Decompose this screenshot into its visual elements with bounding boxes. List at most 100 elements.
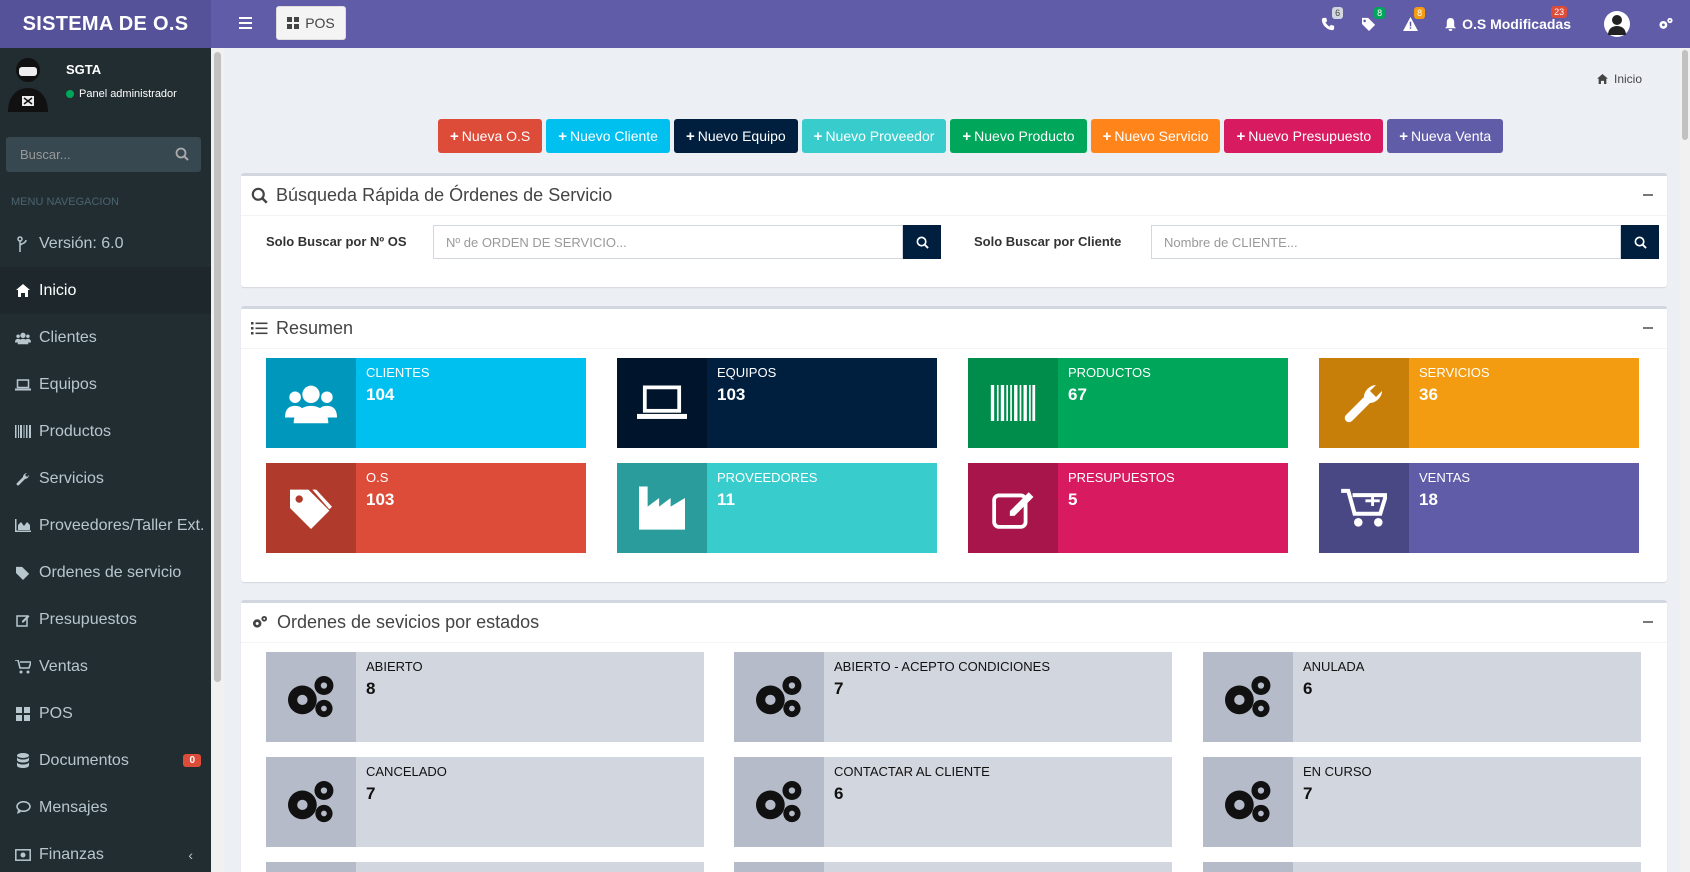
sidebar-item-mensajes[interactable]: Mensajes bbox=[0, 784, 211, 831]
os-search-button[interactable] bbox=[903, 225, 941, 259]
client-search-button[interactable] bbox=[1621, 225, 1659, 259]
tags-icon bbox=[1362, 17, 1376, 31]
status-tile-abierto[interactable]: ABIERTO 8 bbox=[266, 652, 704, 742]
collapse-button[interactable] bbox=[1643, 321, 1653, 335]
sidebar-scrollbar-thumb[interactable] bbox=[214, 52, 221, 682]
status-tile-anulada[interactable]: ANULADA 6 bbox=[1203, 652, 1641, 742]
tile-label: CLIENTES bbox=[366, 365, 430, 380]
os-search-input[interactable] bbox=[433, 225, 903, 259]
gears-icon bbox=[252, 615, 268, 628]
tags-notification[interactable]: 8 bbox=[1348, 0, 1390, 48]
new-budget-button[interactable]: + Nuevo Presupuesto bbox=[1224, 119, 1384, 153]
calls-notification[interactable]: 6 bbox=[1308, 0, 1348, 48]
user-avatar-small bbox=[1604, 11, 1630, 37]
gears-icon bbox=[266, 757, 356, 847]
wrench-icon bbox=[15, 472, 31, 486]
page-scrollbar[interactable] bbox=[1680, 48, 1690, 872]
sidebar-item-servicios[interactable]: Servicios bbox=[0, 455, 211, 502]
user-role: Panel administrador bbox=[79, 88, 177, 100]
new-budget-label: Nuevo Presupuesto bbox=[1248, 128, 1372, 144]
summary-box: Resumen CLIENTES 104 EQUIPOS 103 PRODUCTOS… bbox=[241, 306, 1667, 582]
sidebar-item-ventas[interactable]: Ventas bbox=[0, 643, 211, 690]
sidebar-search-input[interactable] bbox=[6, 137, 166, 172]
home-icon bbox=[15, 284, 31, 297]
status-tile-abierto-acepto[interactable]: ABIERTO - ACEPTO CONDICIONES 7 bbox=[734, 652, 1172, 742]
sidebar-item-equipos[interactable]: Equipos bbox=[0, 361, 211, 408]
warnings-notification[interactable]: 8 bbox=[1390, 0, 1431, 48]
summary-tile-presupuestos[interactable]: PRESUPUESTOS 5 bbox=[968, 463, 1288, 553]
summary-title: Resumen bbox=[276, 318, 354, 338]
cart-icon bbox=[15, 659, 31, 674]
quick-search-title: Búsqueda Rápida de Órdenes de Servicio bbox=[276, 185, 613, 205]
search-icon[interactable] bbox=[175, 147, 189, 166]
status-tile-cancelado[interactable]: CANCELADO 7 bbox=[266, 757, 704, 847]
tile-label: VENTAS bbox=[1419, 470, 1471, 485]
status-tile-contactar[interactable]: CONTACTAR AL CLIENTE 6 bbox=[734, 757, 1172, 847]
sidebar-item-label: Productos bbox=[39, 422, 112, 440]
client-search-label: Solo Buscar por Cliente bbox=[974, 234, 1122, 249]
sidebar-scrollbar[interactable] bbox=[211, 48, 224, 872]
collapse-button[interactable] bbox=[1643, 615, 1653, 629]
edit-icon bbox=[15, 613, 31, 627]
new-sale-button[interactable]: + Nueva Venta bbox=[1387, 119, 1504, 153]
new-equipment-button[interactable]: + Nuevo Equipo bbox=[673, 119, 798, 153]
new-product-button[interactable]: + Nuevo Producto bbox=[950, 119, 1087, 153]
barcode-icon bbox=[968, 358, 1058, 448]
tile-label: ABIERTO - ACEPTO CONDICIONES bbox=[834, 659, 1050, 674]
sidebar-item-label: Clientes bbox=[39, 328, 97, 346]
sidebar-item-productos[interactable]: Productos bbox=[0, 408, 211, 455]
status-box: Ordenes de sevicios por estados ABIERTO 8… bbox=[241, 600, 1667, 872]
pos-button[interactable]: POS bbox=[276, 6, 346, 40]
tags-icon bbox=[266, 463, 356, 553]
tile-value: 6 bbox=[1303, 679, 1313, 698]
laptop-icon bbox=[617, 358, 707, 448]
status-tile-partial[interactable] bbox=[266, 862, 704, 872]
tile-value: 18 bbox=[1419, 490, 1438, 509]
status-title: Ordenes de sevicios por estados bbox=[277, 612, 540, 632]
user-status: Panel administrador bbox=[66, 88, 177, 100]
sidebar-item-pos[interactable]: POS bbox=[0, 690, 211, 737]
summary-tile-servicios[interactable]: SERVICIOS 36 bbox=[1319, 358, 1639, 448]
summary-tile-os[interactable]: O.S 103 bbox=[266, 463, 586, 553]
new-os-button[interactable]: + Nueva O.S bbox=[438, 119, 543, 153]
tile-value: 11 bbox=[717, 490, 735, 509]
new-product-label: Nuevo Producto bbox=[974, 128, 1075, 144]
main-content: Inicio + Nueva O.S + Nuevo Cliente + Nuevo … bbox=[224, 48, 1680, 872]
user-menu[interactable] bbox=[1584, 0, 1650, 48]
page-scrollbar-thumb[interactable] bbox=[1682, 50, 1688, 140]
summary-tile-clientes[interactable]: CLIENTES 104 bbox=[266, 358, 586, 448]
sidebar-item-label: Proveedores/Taller Ext. bbox=[39, 516, 205, 534]
status-tile-en-curso[interactable]: EN CURSO 7 bbox=[1203, 757, 1641, 847]
summary-tile-proveedores[interactable]: PROVEEDORES 11 bbox=[617, 463, 937, 553]
sidebar-item-proveedores[interactable]: Proveedores/Taller Ext. bbox=[0, 502, 211, 549]
plus-icon: + bbox=[1236, 127, 1246, 145]
sidebar-item-documentos[interactable]: Documentos 0 bbox=[0, 737, 211, 784]
summary-tile-ventas[interactable]: VENTAS 18 bbox=[1319, 463, 1639, 553]
modified-os-menu[interactable]: O.S Modificadas 23 bbox=[1431, 0, 1584, 48]
summary-tile-equipos[interactable]: EQUIPOS 103 bbox=[617, 358, 937, 448]
status-tile-partial[interactable] bbox=[1203, 862, 1641, 872]
new-client-button[interactable]: + Nuevo Cliente bbox=[546, 119, 670, 153]
plus-icon: + bbox=[962, 127, 972, 145]
client-search-input[interactable] bbox=[1151, 225, 1621, 259]
sidebar-search bbox=[6, 137, 201, 172]
app-logo[interactable]: SISTEMA DE O.S bbox=[0, 0, 211, 48]
new-service-button[interactable]: + Nuevo Servicio bbox=[1090, 119, 1221, 153]
breadcrumb-item[interactable]: Inicio bbox=[1614, 72, 1642, 86]
sidebar-item-finanzas[interactable]: Finanzas ‹ bbox=[0, 831, 211, 872]
sidebar-item-inicio[interactable]: Inicio bbox=[0, 267, 211, 314]
settings-button[interactable] bbox=[1650, 0, 1690, 48]
status-tile-partial[interactable] bbox=[734, 862, 1172, 872]
search-icon bbox=[1634, 236, 1647, 249]
new-supplier-button[interactable]: + Nuevo Proveedor bbox=[801, 119, 947, 153]
tile-label: EQUIPOS bbox=[717, 365, 777, 380]
gears-icon bbox=[1659, 17, 1673, 29]
summary-tile-productos[interactable]: PRODUCTOS 67 bbox=[968, 358, 1288, 448]
collapse-button[interactable] bbox=[1643, 188, 1653, 202]
sidebar-item-ordenes[interactable]: Ordenes de servicio bbox=[0, 549, 211, 596]
sidebar-item-presupuestos[interactable]: Presupuestos bbox=[0, 596, 211, 643]
sidebar-item-clientes[interactable]: Clientes bbox=[0, 314, 211, 361]
documentos-badge: 0 bbox=[183, 754, 201, 767]
sidebar-toggle-icon[interactable] bbox=[236, 14, 256, 32]
sidebar-item-version[interactable]: Versión: 6.0 bbox=[0, 220, 211, 267]
